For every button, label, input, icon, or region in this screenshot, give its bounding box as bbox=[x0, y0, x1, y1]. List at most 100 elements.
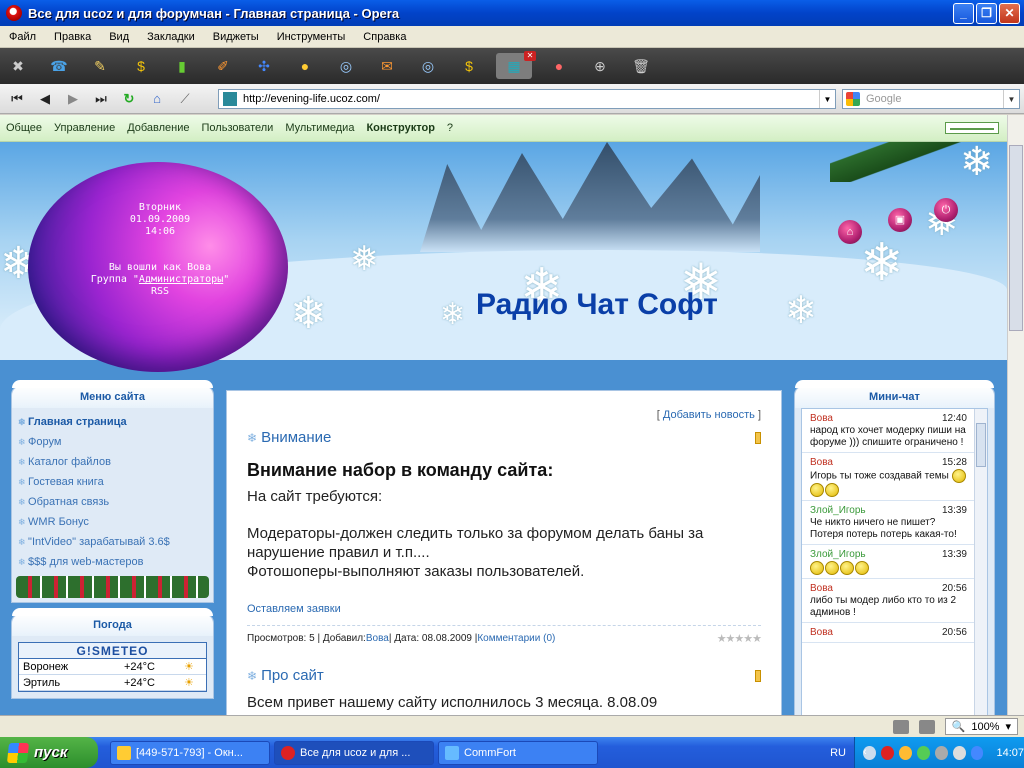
chat-scrollbar[interactable] bbox=[974, 409, 987, 715]
maximize-button[interactable]: ❐ bbox=[976, 2, 997, 24]
gismeteo-logo[interactable]: G!SMETEO bbox=[19, 643, 206, 659]
chat-user[interactable]: Вова bbox=[810, 457, 833, 469]
panel-slider[interactable] bbox=[945, 122, 999, 134]
tab-coin[interactable]: ● bbox=[291, 53, 319, 79]
menu-item-webmasters[interactable]: $$$ для web-мастеров bbox=[18, 552, 207, 572]
menu-item-intvideo[interactable]: "IntVideo" зарабатывай 3.6$ bbox=[18, 532, 207, 552]
tab-note[interactable]: ✎ bbox=[86, 53, 114, 79]
register-ornament-icon[interactable]: ▣ bbox=[888, 208, 912, 232]
site-favicon-icon bbox=[223, 92, 237, 106]
tab-flag[interactable]: ◎ bbox=[332, 53, 360, 79]
add-news-link[interactable]: Добавить новость bbox=[663, 409, 755, 421]
trash-icon[interactable]: 🗑 bbox=[627, 53, 655, 79]
back-icon[interactable]: ◀ bbox=[34, 88, 56, 110]
ucoz-add[interactable]: Добавление bbox=[121, 122, 195, 134]
language-indicator[interactable]: RU bbox=[830, 747, 846, 759]
forward-icon[interactable]: ▶ bbox=[62, 88, 84, 110]
menu-view[interactable]: Вид bbox=[100, 31, 138, 43]
ucoz-users[interactable]: Пользователи bbox=[196, 122, 280, 134]
gismeteo-widget[interactable]: G!SMETEO Воронеж +24°C ☀ Эртиль +24°C ☀ bbox=[18, 642, 207, 692]
section-arrow-icon[interactable] bbox=[755, 669, 761, 682]
home-icon[interactable]: ⌂ bbox=[146, 88, 168, 110]
window-titlebar[interactable]: Все для ucoz и для форумчан - Главная ст… bbox=[0, 0, 1024, 26]
menu-edit[interactable]: Правка bbox=[45, 31, 100, 43]
home-ornament-icon[interactable]: ⌂ bbox=[838, 220, 862, 244]
ucoz-multimedia[interactable]: Мультимедиа bbox=[279, 122, 360, 134]
opera-tray-icon[interactable] bbox=[880, 745, 894, 760]
menu-file[interactable]: Файл bbox=[0, 31, 45, 43]
chat-user[interactable]: Вова bbox=[810, 583, 833, 595]
tab-opera[interactable]: ● bbox=[545, 53, 573, 79]
menu-item-feedback[interactable]: Обратная связь bbox=[18, 492, 207, 512]
ucoz-help[interactable]: ? bbox=[441, 122, 459, 134]
site-title[interactable]: Радио Чат Софт bbox=[476, 288, 718, 322]
volume-icon[interactable] bbox=[970, 745, 984, 760]
tab-envelope[interactable]: ✉ bbox=[373, 53, 401, 79]
tab-close-icon[interactable]: ✕ bbox=[524, 51, 536, 61]
rewind-icon[interactable]: ⏮ bbox=[6, 88, 28, 110]
rating-stars[interactable]: ★★★★★ bbox=[717, 632, 762, 645]
menu-item-home[interactable]: Главная страница bbox=[18, 412, 207, 432]
search-input[interactable]: Google ▼ bbox=[842, 89, 1020, 109]
chat-user[interactable]: Вова bbox=[810, 413, 833, 425]
add-news-wrapper: [ Добавить новость ] bbox=[656, 409, 761, 421]
tray-app-icon[interactable] bbox=[898, 745, 912, 760]
chat-user[interactable]: Злой_Игорь bbox=[810, 505, 866, 517]
taskbar-item-icq[interactable]: [449-571-793] - Окн... bbox=[110, 740, 270, 765]
menu-widgets[interactable]: Виджеты bbox=[204, 31, 268, 43]
url-input[interactable]: http://evening-life.ucoz.com/ ▼ bbox=[218, 89, 836, 109]
zoom-control[interactable]: 🔍 100% ▾ bbox=[944, 718, 1018, 735]
comments-link[interactable]: Комментарии (0) bbox=[477, 633, 555, 644]
tray-expand-icon[interactable]: ‹ bbox=[863, 745, 876, 760]
news-section-title[interactable]: Внимание bbox=[261, 429, 331, 446]
tab-active[interactable]: ▦ ✕ bbox=[496, 51, 536, 79]
clock[interactable]: 14:07 bbox=[996, 747, 1024, 759]
tab-puzzle[interactable]: ✣ bbox=[250, 53, 278, 79]
search-dropdown-icon[interactable]: ▼ bbox=[1003, 90, 1019, 108]
rss-link[interactable]: RSS bbox=[60, 286, 260, 298]
menu-item-guestbook[interactable]: Гостевая книга bbox=[18, 472, 207, 492]
wand-icon[interactable]: ⟋ bbox=[174, 88, 196, 110]
menu-item-wmr-bonus[interactable]: WMR Бонус bbox=[18, 512, 207, 532]
chat-scroll-thumb[interactable] bbox=[976, 423, 986, 467]
reload-icon[interactable]: ↻ bbox=[118, 88, 140, 110]
exit-ornament-icon[interactable]: ⏻ bbox=[934, 198, 958, 222]
section-arrow-icon[interactable] bbox=[755, 431, 761, 444]
tab-mail[interactable]: ☎ bbox=[45, 53, 73, 79]
chat-user[interactable]: Вова bbox=[810, 627, 833, 639]
taskbar-item-commfort[interactable]: CommFort bbox=[438, 740, 598, 765]
tools-icon[interactable]: ✖ bbox=[4, 53, 32, 79]
new-tab-icon[interactable]: ⊕ bbox=[586, 53, 614, 79]
tab-chart[interactable]: ▮ bbox=[168, 53, 196, 79]
tab-dollar[interactable]: $ bbox=[455, 53, 483, 79]
start-button[interactable]: пуск bbox=[0, 737, 98, 768]
menu-item-files[interactable]: Каталог файлов bbox=[18, 452, 207, 472]
chat-user[interactable]: Злой_Игорь bbox=[810, 549, 866, 561]
tab-dollar[interactable]: $ bbox=[127, 53, 155, 79]
author-link[interactable]: Вова bbox=[366, 633, 389, 644]
tab-flag[interactable]: ◎ bbox=[414, 53, 442, 79]
menu-help[interactable]: Справка bbox=[354, 31, 415, 43]
minimize-button[interactable]: _ bbox=[953, 2, 974, 24]
fast-forward-icon[interactable]: ⏭ bbox=[90, 88, 112, 110]
tray-app-icon[interactable] bbox=[934, 745, 948, 760]
menu-item-forum[interactable]: Форум bbox=[18, 432, 207, 452]
url-dropdown-icon[interactable]: ▼ bbox=[819, 90, 835, 108]
scrollbar-thumb[interactable] bbox=[1009, 145, 1023, 331]
apply-link[interactable]: Оставляем заявки bbox=[247, 603, 761, 615]
turbo-icon[interactable] bbox=[892, 719, 909, 734]
tray-app-icon[interactable] bbox=[916, 745, 930, 760]
group-link[interactable]: Администраторы bbox=[139, 274, 223, 285]
menu-bookmarks[interactable]: Закладки bbox=[138, 31, 204, 43]
page-scrollbar[interactable] bbox=[1007, 115, 1024, 715]
ucoz-constructor[interactable]: Конструктор bbox=[360, 122, 440, 134]
menu-tools[interactable]: Инструменты bbox=[268, 31, 355, 43]
tray-app-icon[interactable] bbox=[952, 745, 966, 760]
ucoz-general[interactable]: Общее bbox=[0, 122, 48, 134]
news-section-title[interactable]: Про сайт bbox=[261, 667, 324, 684]
camera-icon[interactable] bbox=[918, 719, 935, 734]
ucoz-management[interactable]: Управление bbox=[48, 122, 121, 134]
taskbar-item-opera[interactable]: Все для ucoz и для ... bbox=[274, 740, 434, 765]
close-button[interactable]: ✕ bbox=[999, 2, 1020, 24]
tab-pencil[interactable]: ✐ bbox=[209, 53, 237, 79]
